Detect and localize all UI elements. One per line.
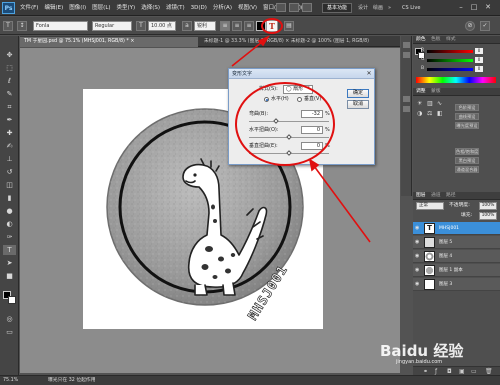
- visibility-eye-icon[interactable]: ◉: [415, 225, 421, 231]
- adj-preset-4[interactable]: 色相/饱和度: [455, 148, 479, 155]
- adj-preset-2[interactable]: 曲线预设: [455, 113, 479, 120]
- layer-name[interactable]: MHSJ001: [439, 225, 459, 232]
- blue-slider[interactable]: B 0: [421, 66, 483, 72]
- folder-icon[interactable]: ▭: [471, 368, 477, 375]
- tab-masks[interactable]: 蒙版: [431, 88, 441, 95]
- character-panel-icon-side[interactable]: [403, 96, 410, 102]
- text-layer-thumb: T: [424, 223, 435, 234]
- document-info: 曝光只在 32 位起作用: [48, 378, 96, 383]
- layer-name[interactable]: 图层 5: [439, 239, 452, 246]
- red-channel-label: R: [421, 48, 425, 53]
- bw-icon[interactable]: ◧: [437, 110, 444, 117]
- opacity-label: 不透明度:: [449, 203, 470, 208]
- red-value[interactable]: 0: [475, 48, 483, 54]
- layer-thumb: [424, 265, 435, 276]
- blue-channel-label: B: [421, 66, 425, 71]
- layer-name[interactable]: 图层 3: [439, 281, 452, 288]
- layer-name[interactable]: 图层 4: [439, 253, 452, 260]
- layer-row[interactable]: ◉ 图层 3: [413, 278, 500, 291]
- actions-panel-icon[interactable]: [403, 52, 410, 58]
- fill-label: 填充:: [461, 213, 473, 218]
- adj-preset-3[interactable]: 曝光度预设: [455, 122, 479, 129]
- layer-row[interactable]: ◉ 图层 5: [413, 236, 500, 249]
- zoom-level[interactable]: 75.1%: [3, 377, 18, 385]
- layer-thumb: [424, 237, 435, 248]
- layer-row[interactable]: ◉ 图层 4: [413, 250, 500, 263]
- adj-preset-1[interactable]: 色阶预设: [455, 104, 479, 111]
- hue-icon[interactable]: ◑: [417, 110, 424, 117]
- color-panel-header: 颜色 色板 样式: [413, 36, 500, 44]
- brightness-icon[interactable]: ☀: [417, 100, 424, 107]
- arrow-to-dialog: [313, 165, 371, 243]
- new-layer-icon[interactable]: ▣: [459, 368, 465, 375]
- layer-row[interactable]: ◉ T MHSJ001: [413, 222, 500, 235]
- visibility-eye-icon[interactable]: ◉: [415, 281, 421, 287]
- tab-styles[interactable]: 样式: [446, 36, 456, 43]
- blend-mode-select[interactable]: 正常: [416, 202, 444, 210]
- opacity-input[interactable]: 100%: [479, 202, 497, 210]
- visibility-eye-icon[interactable]: ◉: [415, 253, 421, 259]
- adjust-panel-header: 调整 蒙版: [413, 88, 500, 96]
- watermark-url: jingyan.baidu.com: [396, 359, 443, 365]
- tab-paths[interactable]: 路径: [446, 192, 456, 199]
- trash-icon[interactable]: 🗑: [485, 368, 493, 375]
- layer-thumb: [424, 279, 435, 290]
- tab-layers[interactable]: 图层: [416, 192, 426, 199]
- adj-preset-5[interactable]: 黑白预设: [455, 157, 479, 164]
- right-panels: 颜色 色板 样式 R 0 G 0 B 0 调整 蒙版 ☀ ▥ ∿ ◑ ⚖ ◧ 色…: [413, 36, 500, 376]
- blue-value[interactable]: 0: [475, 66, 483, 72]
- layer-thumb: [424, 251, 435, 262]
- curves-icon[interactable]: ∿: [437, 100, 444, 107]
- tab-adjustments[interactable]: 调整: [416, 88, 426, 95]
- history-panel-icon[interactable]: [403, 42, 410, 48]
- layers-panel-header: 图层 通道 路径: [413, 192, 500, 200]
- tab-swatches[interactable]: 色板: [431, 36, 441, 43]
- color-ramp[interactable]: [416, 77, 496, 83]
- levels-icon[interactable]: ▥: [427, 100, 434, 107]
- green-value[interactable]: 0: [475, 57, 483, 63]
- green-slider[interactable]: G 0: [421, 57, 483, 63]
- arrow-to-warp-button: [231, 41, 263, 67]
- watermark-logo: Baidu 经验: [380, 342, 464, 360]
- adj-preset-6[interactable]: 通道混合器: [455, 166, 479, 173]
- green-channel-label: G: [421, 57, 425, 62]
- tab-color[interactable]: 颜色: [416, 36, 426, 43]
- status-bar: 75.1% 曝光只在 32 位起作用: [0, 375, 500, 385]
- visibility-eye-icon[interactable]: ◉: [415, 267, 421, 273]
- layer-row[interactable]: ◉ 图层 1 副本: [413, 264, 500, 277]
- mask-icon[interactable]: ◘: [447, 368, 452, 375]
- link-icon[interactable]: ⚭: [423, 368, 428, 375]
- balance-icon[interactable]: ⚖: [427, 110, 434, 117]
- red-slider[interactable]: R 0: [421, 48, 483, 54]
- tab-channels[interactable]: 通道: [431, 192, 441, 199]
- visibility-eye-icon[interactable]: ◉: [415, 239, 421, 245]
- paragraph-panel-icon[interactable]: [403, 106, 410, 112]
- fill-input[interactable]: 100%: [479, 212, 497, 220]
- fx-icon[interactable]: ƒ: [435, 368, 437, 375]
- panel-icon-strip: [401, 36, 412, 196]
- layer-name[interactable]: 图层 1 副本: [439, 267, 463, 274]
